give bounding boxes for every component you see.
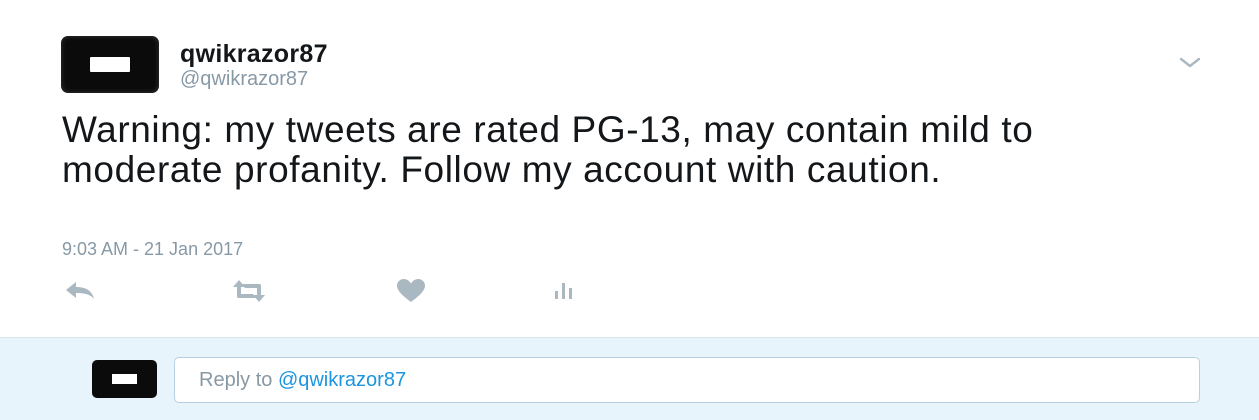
author-display-name[interactable]: qwikrazor87 (180, 40, 328, 69)
chevron-down-icon[interactable] (1176, 53, 1204, 73)
avatar-logo-mark (90, 57, 130, 72)
retweet-button[interactable] (228, 277, 270, 305)
reply-button[interactable] (63, 277, 99, 305)
reply-icon (63, 277, 99, 305)
like-button[interactable] (395, 277, 427, 305)
retweet-icon (228, 277, 270, 305)
reply-placeholder-mention: @qwikrazor87 (277, 369, 407, 391)
tweet-text: Warning: my tweets are rated PG-13, may … (62, 109, 1034, 190)
reply-input[interactable]: Reply to @qwikrazor87 (174, 357, 1200, 403)
tweet-page: qwikrazor87 @qwikrazor87 Warning: my twe… (0, 0, 1259, 420)
analytics-button[interactable] (552, 277, 580, 305)
reply-bar: Reply to @qwikrazor87 (0, 337, 1259, 420)
avatar-logo-mark (112, 374, 137, 384)
reply-placeholder-prefix: Reply to (199, 369, 278, 391)
author-handle[interactable]: @qwikrazor87 (180, 68, 308, 91)
tweet-timestamp[interactable]: 9:03 AM - 21 Jan 2017 (62, 239, 243, 260)
author-avatar[interactable] (61, 36, 159, 93)
heart-icon (395, 277, 427, 305)
analytics-icon (552, 277, 580, 305)
tweet-card: qwikrazor87 @qwikrazor87 Warning: my twe… (0, 0, 1259, 337)
current-user-avatar (92, 360, 157, 398)
